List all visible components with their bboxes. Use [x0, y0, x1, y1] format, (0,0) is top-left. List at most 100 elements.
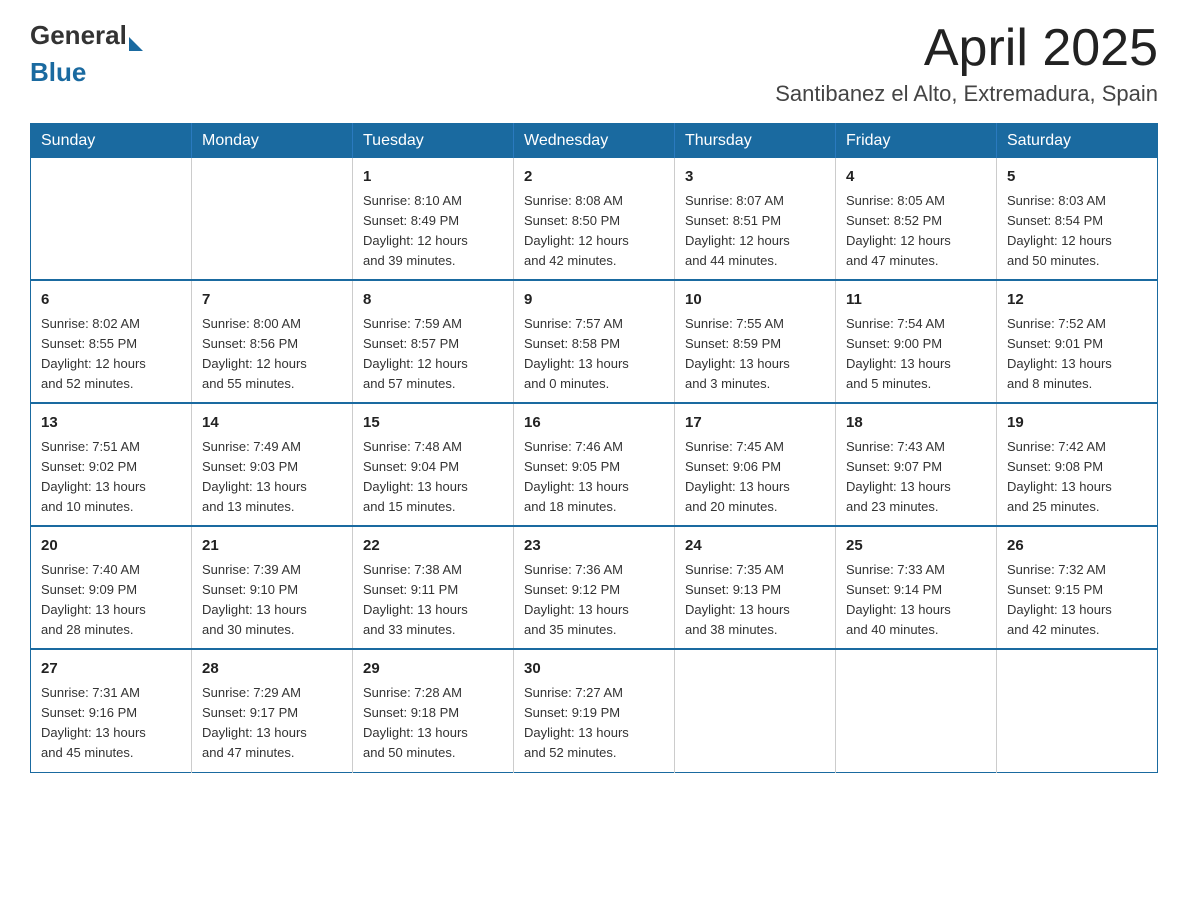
- table-row: 13Sunrise: 7:51 AM Sunset: 9:02 PM Dayli…: [31, 403, 192, 526]
- day-number: 15: [363, 412, 503, 435]
- day-info: Sunrise: 8:02 AM Sunset: 8:55 PM Dayligh…: [41, 314, 181, 395]
- table-row: 23Sunrise: 7:36 AM Sunset: 9:12 PM Dayli…: [514, 526, 675, 649]
- table-row: [675, 649, 836, 772]
- day-number: 9: [524, 289, 664, 312]
- day-number: 20: [41, 535, 181, 558]
- day-number: 19: [1007, 412, 1147, 435]
- day-info: Sunrise: 8:08 AM Sunset: 8:50 PM Dayligh…: [524, 191, 664, 272]
- table-row: 25Sunrise: 7:33 AM Sunset: 9:14 PM Dayli…: [836, 526, 997, 649]
- table-row: 12Sunrise: 7:52 AM Sunset: 9:01 PM Dayli…: [997, 280, 1158, 403]
- day-number: 24: [685, 535, 825, 558]
- page-header: General Blue April 2025 Santibanez el Al…: [30, 20, 1158, 107]
- table-row: 4Sunrise: 8:05 AM Sunset: 8:52 PM Daylig…: [836, 158, 997, 280]
- table-row: 22Sunrise: 7:38 AM Sunset: 9:11 PM Dayli…: [353, 526, 514, 649]
- table-row: 16Sunrise: 7:46 AM Sunset: 9:05 PM Dayli…: [514, 403, 675, 526]
- calendar-header: SundayMondayTuesdayWednesdayThursdayFrid…: [31, 124, 1158, 159]
- table-row: 2Sunrise: 8:08 AM Sunset: 8:50 PM Daylig…: [514, 158, 675, 280]
- table-row: 30Sunrise: 7:27 AM Sunset: 9:19 PM Dayli…: [514, 649, 675, 772]
- header-thursday: Thursday: [675, 124, 836, 159]
- day-info: Sunrise: 7:43 AM Sunset: 9:07 PM Dayligh…: [846, 437, 986, 518]
- day-info: Sunrise: 7:46 AM Sunset: 9:05 PM Dayligh…: [524, 437, 664, 518]
- page-subtitle: Santibanez el Alto, Extremadura, Spain: [775, 81, 1158, 107]
- day-info: Sunrise: 7:36 AM Sunset: 9:12 PM Dayligh…: [524, 560, 664, 641]
- day-number: 6: [41, 289, 181, 312]
- day-number: 27: [41, 658, 181, 681]
- calendar-table: SundayMondayTuesdayWednesdayThursdayFrid…: [30, 123, 1158, 772]
- logo: General Blue: [30, 20, 143, 88]
- day-info: Sunrise: 8:07 AM Sunset: 8:51 PM Dayligh…: [685, 191, 825, 272]
- logo-text-block: General Blue: [30, 20, 143, 88]
- table-row: 11Sunrise: 7:54 AM Sunset: 9:00 PM Dayli…: [836, 280, 997, 403]
- day-number: 17: [685, 412, 825, 435]
- day-number: 8: [363, 289, 503, 312]
- table-row: [836, 649, 997, 772]
- week-row-5: 27Sunrise: 7:31 AM Sunset: 9:16 PM Dayli…: [31, 649, 1158, 772]
- day-number: 26: [1007, 535, 1147, 558]
- day-number: 7: [202, 289, 342, 312]
- day-info: Sunrise: 7:28 AM Sunset: 9:18 PM Dayligh…: [363, 683, 503, 764]
- logo-general: General: [30, 20, 127, 51]
- day-number: 2: [524, 166, 664, 189]
- logo-triangle-icon: [129, 37, 143, 51]
- header-tuesday: Tuesday: [353, 124, 514, 159]
- table-row: 29Sunrise: 7:28 AM Sunset: 9:18 PM Dayli…: [353, 649, 514, 772]
- day-number: 3: [685, 166, 825, 189]
- header-monday: Monday: [192, 124, 353, 159]
- table-row: 28Sunrise: 7:29 AM Sunset: 9:17 PM Dayli…: [192, 649, 353, 772]
- day-number: 12: [1007, 289, 1147, 312]
- header-sunday: Sunday: [31, 124, 192, 159]
- page-title: April 2025: [775, 20, 1158, 77]
- day-info: Sunrise: 7:42 AM Sunset: 9:08 PM Dayligh…: [1007, 437, 1147, 518]
- day-info: Sunrise: 7:49 AM Sunset: 9:03 PM Dayligh…: [202, 437, 342, 518]
- table-row: 1Sunrise: 8:10 AM Sunset: 8:49 PM Daylig…: [353, 158, 514, 280]
- day-info: Sunrise: 7:52 AM Sunset: 9:01 PM Dayligh…: [1007, 314, 1147, 395]
- table-row: 19Sunrise: 7:42 AM Sunset: 9:08 PM Dayli…: [997, 403, 1158, 526]
- day-info: Sunrise: 7:51 AM Sunset: 9:02 PM Dayligh…: [41, 437, 181, 518]
- day-info: Sunrise: 7:38 AM Sunset: 9:11 PM Dayligh…: [363, 560, 503, 641]
- day-info: Sunrise: 8:00 AM Sunset: 8:56 PM Dayligh…: [202, 314, 342, 395]
- title-block: April 2025 Santibanez el Alto, Extremadu…: [775, 20, 1158, 107]
- table-row: [997, 649, 1158, 772]
- day-info: Sunrise: 7:33 AM Sunset: 9:14 PM Dayligh…: [846, 560, 986, 641]
- day-number: 22: [363, 535, 503, 558]
- calendar-body: 1Sunrise: 8:10 AM Sunset: 8:49 PM Daylig…: [31, 158, 1158, 772]
- logo-blue: Blue: [30, 57, 86, 88]
- table-row: 10Sunrise: 7:55 AM Sunset: 8:59 PM Dayli…: [675, 280, 836, 403]
- day-info: Sunrise: 7:31 AM Sunset: 9:16 PM Dayligh…: [41, 683, 181, 764]
- day-info: Sunrise: 7:59 AM Sunset: 8:57 PM Dayligh…: [363, 314, 503, 395]
- day-info: Sunrise: 7:48 AM Sunset: 9:04 PM Dayligh…: [363, 437, 503, 518]
- table-row: 14Sunrise: 7:49 AM Sunset: 9:03 PM Dayli…: [192, 403, 353, 526]
- table-row: 5Sunrise: 8:03 AM Sunset: 8:54 PM Daylig…: [997, 158, 1158, 280]
- table-row: 15Sunrise: 7:48 AM Sunset: 9:04 PM Dayli…: [353, 403, 514, 526]
- day-number: 29: [363, 658, 503, 681]
- table-row: 24Sunrise: 7:35 AM Sunset: 9:13 PM Dayli…: [675, 526, 836, 649]
- day-number: 5: [1007, 166, 1147, 189]
- week-row-4: 20Sunrise: 7:40 AM Sunset: 9:09 PM Dayli…: [31, 526, 1158, 649]
- week-row-2: 6Sunrise: 8:02 AM Sunset: 8:55 PM Daylig…: [31, 280, 1158, 403]
- table-row: 3Sunrise: 8:07 AM Sunset: 8:51 PM Daylig…: [675, 158, 836, 280]
- header-friday: Friday: [836, 124, 997, 159]
- day-number: 21: [202, 535, 342, 558]
- table-row: 7Sunrise: 8:00 AM Sunset: 8:56 PM Daylig…: [192, 280, 353, 403]
- table-row: 17Sunrise: 7:45 AM Sunset: 9:06 PM Dayli…: [675, 403, 836, 526]
- week-row-1: 1Sunrise: 8:10 AM Sunset: 8:49 PM Daylig…: [31, 158, 1158, 280]
- table-row: 8Sunrise: 7:59 AM Sunset: 8:57 PM Daylig…: [353, 280, 514, 403]
- table-row: [192, 158, 353, 280]
- day-info: Sunrise: 7:40 AM Sunset: 9:09 PM Dayligh…: [41, 560, 181, 641]
- day-info: Sunrise: 7:39 AM Sunset: 9:10 PM Dayligh…: [202, 560, 342, 641]
- day-info: Sunrise: 7:54 AM Sunset: 9:00 PM Dayligh…: [846, 314, 986, 395]
- day-number: 10: [685, 289, 825, 312]
- day-number: 11: [846, 289, 986, 312]
- header-saturday: Saturday: [997, 124, 1158, 159]
- day-info: Sunrise: 7:32 AM Sunset: 9:15 PM Dayligh…: [1007, 560, 1147, 641]
- table-row: 9Sunrise: 7:57 AM Sunset: 8:58 PM Daylig…: [514, 280, 675, 403]
- day-number: 25: [846, 535, 986, 558]
- table-row: 21Sunrise: 7:39 AM Sunset: 9:10 PM Dayli…: [192, 526, 353, 649]
- day-number: 13: [41, 412, 181, 435]
- weekday-header-row: SundayMondayTuesdayWednesdayThursdayFrid…: [31, 124, 1158, 159]
- header-wednesday: Wednesday: [514, 124, 675, 159]
- day-info: Sunrise: 8:05 AM Sunset: 8:52 PM Dayligh…: [846, 191, 986, 272]
- day-info: Sunrise: 7:45 AM Sunset: 9:06 PM Dayligh…: [685, 437, 825, 518]
- day-info: Sunrise: 8:03 AM Sunset: 8:54 PM Dayligh…: [1007, 191, 1147, 272]
- table-row: [31, 158, 192, 280]
